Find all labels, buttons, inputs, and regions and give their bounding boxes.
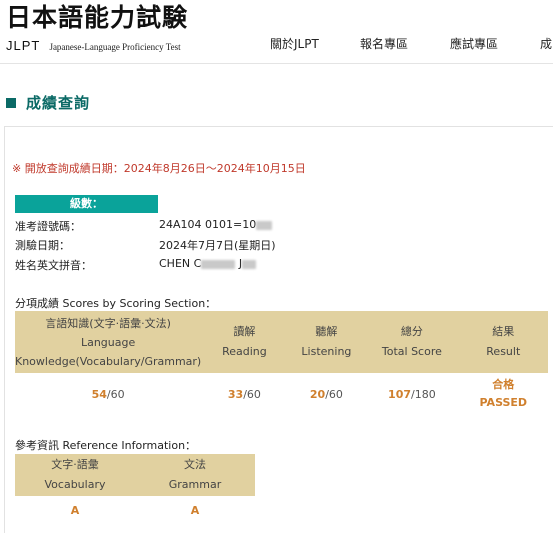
logo-jlpt: JLPT <box>6 38 41 53</box>
logo-title: 日本語能力試験 <box>6 3 189 32</box>
redacted-block <box>242 259 257 269</box>
exam-date-label: 測驗日期： <box>15 239 70 252</box>
nav-item-results[interactable]: 成 <box>540 35 552 52</box>
nav-item-about[interactable]: 關於JLPT <box>270 35 319 52</box>
title-square-icon <box>6 97 16 108</box>
logo-tagline: Japanese-Language Proficiency Test <box>49 42 181 52</box>
reference-value-row: A A <box>15 496 255 524</box>
exam-date-value: 2024年7月7日(星期日) <box>159 239 276 252</box>
header-reading: 讀解 Reading <box>201 311 288 373</box>
header-grammar: 文法 Grammar <box>135 454 255 496</box>
reading-score: 33/60 <box>227 387 261 401</box>
scores-table: 言語知識(文字‧語彙‧文法) Language Knowledge(Vocabu… <box>15 311 548 415</box>
header-knowledge: 言語知識(文字‧語彙‧文法) Language Knowledge(Vocabu… <box>15 311 202 373</box>
result-zh: 合格 <box>492 378 515 391</box>
logo-subtitle: JLPT Japanese-Language Proficiency Test <box>6 35 181 54</box>
grammar-grade: A <box>190 503 200 517</box>
listening-score: 20/60 <box>309 387 343 401</box>
jlpt-logo[interactable]: 日本語能力試験 JLPT Japanese-Language Proficien… <box>6 2 189 53</box>
total-score: 107/180 <box>388 387 436 401</box>
result-en: PASSED <box>479 396 528 409</box>
header-vocabulary: 文字‧語彙 Vocabulary <box>15 454 135 496</box>
header-total: 總分 Total Score <box>365 311 459 373</box>
query-period-notice: ※ 開放查詢成績日期：2024年8月26日～2024年10月15日 <box>12 162 306 175</box>
knowledge-score: 54/60 <box>91 387 125 401</box>
nav-item-exam[interactable]: 應試專區 <box>450 35 498 52</box>
result-status: 合格 PASSED <box>459 373 548 415</box>
redacted-block <box>201 259 236 269</box>
name-value: CHEN C J <box>159 257 257 270</box>
page-title-text: 成績查詢 <box>26 94 91 112</box>
page-title: 成績查詢 <box>6 92 90 113</box>
header-listening: 聽解 Listening <box>287 311 366 373</box>
reference-header-row: 文字‧語彙 Vocabulary 文法 Grammar <box>15 454 255 496</box>
scores-value-row: 54/60 33/60 20/60 107/180 合格 PASSED <box>15 373 548 415</box>
site-header: 日本語能力試験 JLPT Japanese-Language Proficien… <box>0 0 553 64</box>
reference-table: 文字‧語彙 Vocabulary 文法 Grammar A A <box>15 454 255 524</box>
scores-section-title: 分項成績 Scores by Scoring Section： <box>15 297 217 310</box>
scores-header-row: 言語知識(文字‧語彙‧文法) Language Knowledge(Vocabu… <box>15 311 548 373</box>
redacted-block <box>256 220 273 230</box>
name-label: 姓名英文拼音： <box>15 259 92 272</box>
nav-item-registration[interactable]: 報名專區 <box>360 35 408 52</box>
exam-number-value: 24A104 0101=10 <box>159 218 273 231</box>
reference-section-title: 參考資訊 Reference Information： <box>15 439 197 452</box>
vocabulary-grade: A <box>70 503 80 517</box>
header-result: 結果 Result <box>458 311 548 373</box>
level-bar: 級數： <box>15 195 158 213</box>
exam-number-label: 准考證號碼： <box>15 220 81 233</box>
